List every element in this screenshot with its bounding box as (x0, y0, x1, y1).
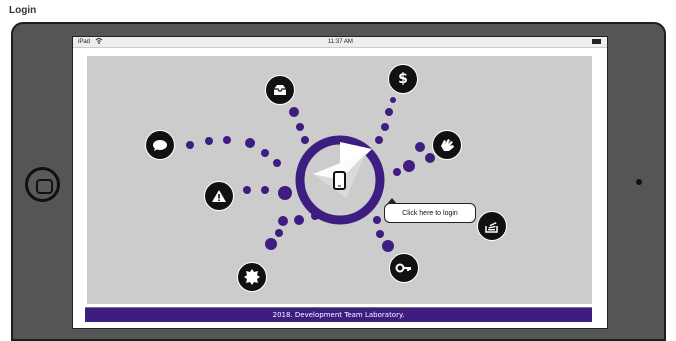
connector-dot (294, 215, 304, 225)
connector-dot (275, 229, 283, 237)
connector-dot (205, 137, 213, 145)
hub-svg (186, 97, 463, 252)
connector-dot (382, 240, 394, 252)
connector-dot (186, 141, 194, 149)
connector-dot (243, 186, 251, 194)
connector-dot (278, 186, 292, 200)
connector-dot (393, 168, 401, 176)
connector-dot (223, 136, 231, 144)
wifi-icon (95, 37, 103, 49)
connector-dot (261, 186, 269, 194)
status-bar: iPad 11:37 AM (73, 37, 607, 48)
connector-dot (245, 138, 255, 148)
warning-icon[interactable] (204, 181, 234, 211)
connector-dot (265, 238, 277, 250)
certificate-badge-icon[interactable] (237, 262, 267, 292)
key-icon[interactable] (389, 253, 419, 283)
ipad-screen: iPad 11:37 AM $ Click here to login 2018… (72, 36, 608, 329)
connector-dot (385, 108, 393, 116)
status-device-label: iPad (78, 39, 91, 45)
connector-dot (296, 123, 304, 131)
footer-bar: 2018. Development Team Laboratory. (85, 307, 592, 322)
connector-dot (373, 216, 381, 224)
login-callout-button[interactable]: Click here to login (384, 198, 476, 223)
chat-bubble-icon[interactable] (145, 130, 175, 160)
connector-dot (381, 123, 389, 131)
app-canvas: $ Click here to login (87, 56, 592, 304)
page-title: Login (9, 5, 37, 16)
hand-icon[interactable] (432, 130, 462, 160)
status-time: 11:37 AM (328, 39, 353, 45)
connector-dot (425, 153, 435, 163)
inbox-icon[interactable] (265, 75, 295, 105)
connector-dot (278, 216, 288, 226)
dollar-icon[interactable]: $ (388, 64, 418, 94)
connector-dot (376, 230, 384, 238)
connector-dot (375, 136, 383, 144)
battery-icon (592, 39, 601, 44)
connector-dot (289, 107, 299, 117)
connector-dot (390, 97, 396, 103)
stack-overflow-icon[interactable] (477, 211, 507, 241)
connector-dot (403, 160, 415, 172)
connector-dot (415, 142, 425, 152)
home-button[interactable] (25, 167, 60, 202)
camera-dot (636, 179, 642, 185)
connector-dot (301, 136, 309, 144)
connector-dot (273, 159, 281, 167)
connector-dot (261, 149, 269, 157)
connector-dot (364, 204, 372, 212)
connector-dot (311, 212, 319, 220)
